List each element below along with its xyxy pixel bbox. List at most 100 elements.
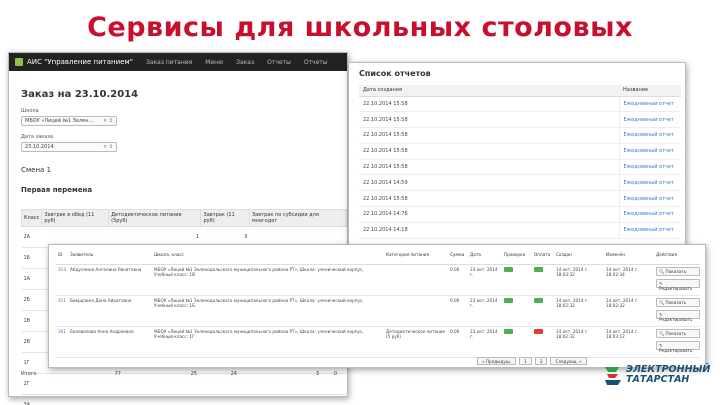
report-date: 22.10.2014 14:76: [359, 206, 619, 223]
nav-item[interactable]: Отчеты: [267, 59, 291, 66]
report-link[interactable]: Ежедневный отчет: [618, 206, 681, 223]
column-header[interactable]: Дата: [468, 245, 502, 265]
next-page-button[interactable]: Следующ. »: [550, 357, 587, 365]
nav-item[interactable]: Меню: [205, 59, 223, 66]
pagination: « Предыдущ. 1 2 Следующ. »: [477, 357, 587, 365]
prev-page-button[interactable]: « Предыдущ.: [477, 357, 517, 365]
report-date: 22.10.2014 15:58: [359, 111, 619, 129]
break-label: Первая перемена: [21, 186, 93, 194]
table-cell: 2Б: [21, 289, 42, 311]
report-date: 22.10.2014 14:59: [359, 174, 619, 192]
changed-date: 14 окт. 2014 г. 18:02:32: [604, 295, 654, 327]
shift-label: Смена 1: [21, 166, 52, 174]
created-date: 14 окт. 2014 г. 18:03:32: [554, 264, 604, 296]
applicant-name: Болевалова Анна Андреевна: [68, 326, 152, 358]
column-header: Завтрак по субсидии для многодет: [248, 209, 348, 227]
edit-button[interactable]: ✎ Редактировать: [656, 340, 700, 353]
nav-item[interactable]: Заказ питания: [146, 59, 192, 66]
check-status: [502, 295, 532, 327]
view-button[interactable]: 🔍 Показать: [656, 297, 700, 307]
request-row: 301 Болевалова Анна Андреевна МБОУ «Лицей …: [56, 326, 700, 358]
report-link[interactable]: Ежедневный отчет: [618, 143, 681, 160]
column-header[interactable]: ID: [56, 245, 68, 265]
page-button[interactable]: 2: [534, 357, 548, 365]
column-header[interactable]: Сумма: [448, 245, 468, 265]
amount: 0.00: [448, 264, 468, 296]
column-header[interactable]: Оплата: [532, 245, 554, 265]
check-status: [502, 326, 532, 358]
table-cell: 1В: [21, 310, 42, 332]
report-link[interactable]: Ежедневный отчет: [618, 222, 681, 239]
report-link[interactable]: Ежедневный отчет: [618, 190, 681, 208]
changed-date: 14 окт. 2014 г. 18:03:12: [604, 326, 654, 358]
request-date: 23 окт. 2014 г.: [468, 295, 502, 327]
logo-line2: ТАТАРСТАН: [626, 374, 690, 385]
request-id[interactable]: 313: [56, 264, 68, 296]
report-date: 22.10.2014 15:58: [359, 96, 619, 113]
report-link[interactable]: Ежедневный отчет: [618, 96, 681, 113]
payment-badge-icon: [534, 328, 543, 334]
report-link[interactable]: Ежедневный отчет: [618, 174, 681, 192]
clear-icon: × ↕: [103, 144, 113, 150]
edit-button[interactable]: ✎ Редактировать: [656, 278, 700, 291]
reports-table: Дата создания Название 22.10.2014 15:58 Е…: [359, 85, 681, 239]
applicant-name: Абдуллина Ангелина Ринатовна: [68, 264, 152, 296]
amount: 0.00: [448, 295, 468, 327]
report-date: 22.10.2014 15:58: [359, 190, 619, 208]
column-header[interactable]: Изменён: [604, 245, 654, 265]
view-button[interactable]: 🔍 Показать: [656, 266, 700, 276]
table-cell: 3А: [21, 394, 42, 405]
report-row: 22.10.2014 14:18 Ежедневный отчет: [359, 222, 681, 239]
column-header[interactable]: Создан: [554, 245, 604, 265]
column-header[interactable]: Категория питания: [384, 245, 448, 265]
edit-button[interactable]: ✎ Редактировать: [656, 309, 700, 322]
reports-window: Список отчетов Дата создания Название 22…: [348, 62, 686, 252]
food-category: [384, 264, 448, 296]
table-cell: 1Б: [21, 247, 42, 269]
request-id[interactable]: 301: [56, 326, 68, 358]
table-cell: 1А: [21, 268, 42, 290]
date-field[interactable]: 23.10.2014 × ↕: [21, 142, 117, 152]
school-select[interactable]: МБОУ «Лицей №1 Зелен... × ↕: [21, 116, 117, 126]
request-row: 311 Бикрдзина Дана Айратовна МБОУ «Лицей №…: [56, 295, 700, 327]
school-class: МБОУ «Лицей №1 Зеленодольского муниципал…: [152, 264, 384, 296]
app-brand[interactable]: АИС "Управление питанием": [27, 58, 133, 66]
app-logo-icon: [15, 58, 23, 66]
created-date: 14 окт. 2014 г. 18:02:32: [554, 295, 604, 327]
column-header[interactable]: Дата создания: [359, 85, 619, 97]
report-date: 22.10.2014 15:58: [359, 127, 619, 144]
actions-cell: 🔍 Показать ✎ Редактировать: [654, 264, 700, 296]
request-id[interactable]: 311: [56, 295, 68, 327]
payment-badge-icon: [534, 266, 543, 272]
report-row: 22.10.2014 15:58 Ежедневный отчет: [359, 96, 681, 113]
column-header[interactable]: Заявитель: [68, 245, 152, 265]
electronic-tatarstan-logo: ЭЛЕКТРОННЫЙ ТАТАРСТАН: [603, 363, 710, 387]
table-cell[interactable]: [249, 394, 347, 405]
column-header[interactable]: Название: [619, 85, 681, 97]
table-cell[interactable]: [41, 394, 109, 405]
column-header: Детодиетическое питание (5руб): [108, 209, 202, 227]
report-link[interactable]: Ежедневный отчет: [618, 159, 681, 176]
report-link[interactable]: Ежедневный отчет: [618, 111, 681, 129]
table-cell[interactable]: [108, 394, 201, 405]
page-button[interactable]: 1: [519, 357, 532, 365]
nav-item[interactable]: Отчеты: [304, 59, 328, 66]
check-badge-icon: [504, 297, 513, 303]
column-header[interactable]: Действия: [654, 245, 700, 265]
slide-title: Сервисы для школьных столовых: [87, 12, 633, 43]
view-button[interactable]: 🔍 Показать: [656, 328, 700, 338]
reports-title: Список отчетов: [359, 69, 431, 78]
nav-item[interactable]: Заказ: [236, 59, 254, 66]
top-navbar: АИС "Управление питанием" Заказ питания …: [9, 53, 347, 71]
amount: 0.00: [448, 326, 468, 358]
report-row: 22.10.2014 15:58 Ежедневный отчет: [359, 111, 681, 129]
report-row: 22.10.2014 14:59 Ежедневный отчет: [359, 174, 681, 192]
report-date: 22.10.2014 14:18: [359, 222, 619, 239]
check-badge-icon: [504, 328, 513, 334]
column-header[interactable]: Проверка: [502, 245, 532, 265]
report-date: 22.10.2014 15:58: [359, 159, 619, 176]
table-cell[interactable]: [200, 394, 250, 405]
column-header[interactable]: Школа, класс: [152, 245, 384, 265]
report-link[interactable]: Ежедневный отчет: [618, 127, 681, 144]
report-row: 22.10.2014 15:58 Ежедневный отчет: [359, 143, 681, 160]
